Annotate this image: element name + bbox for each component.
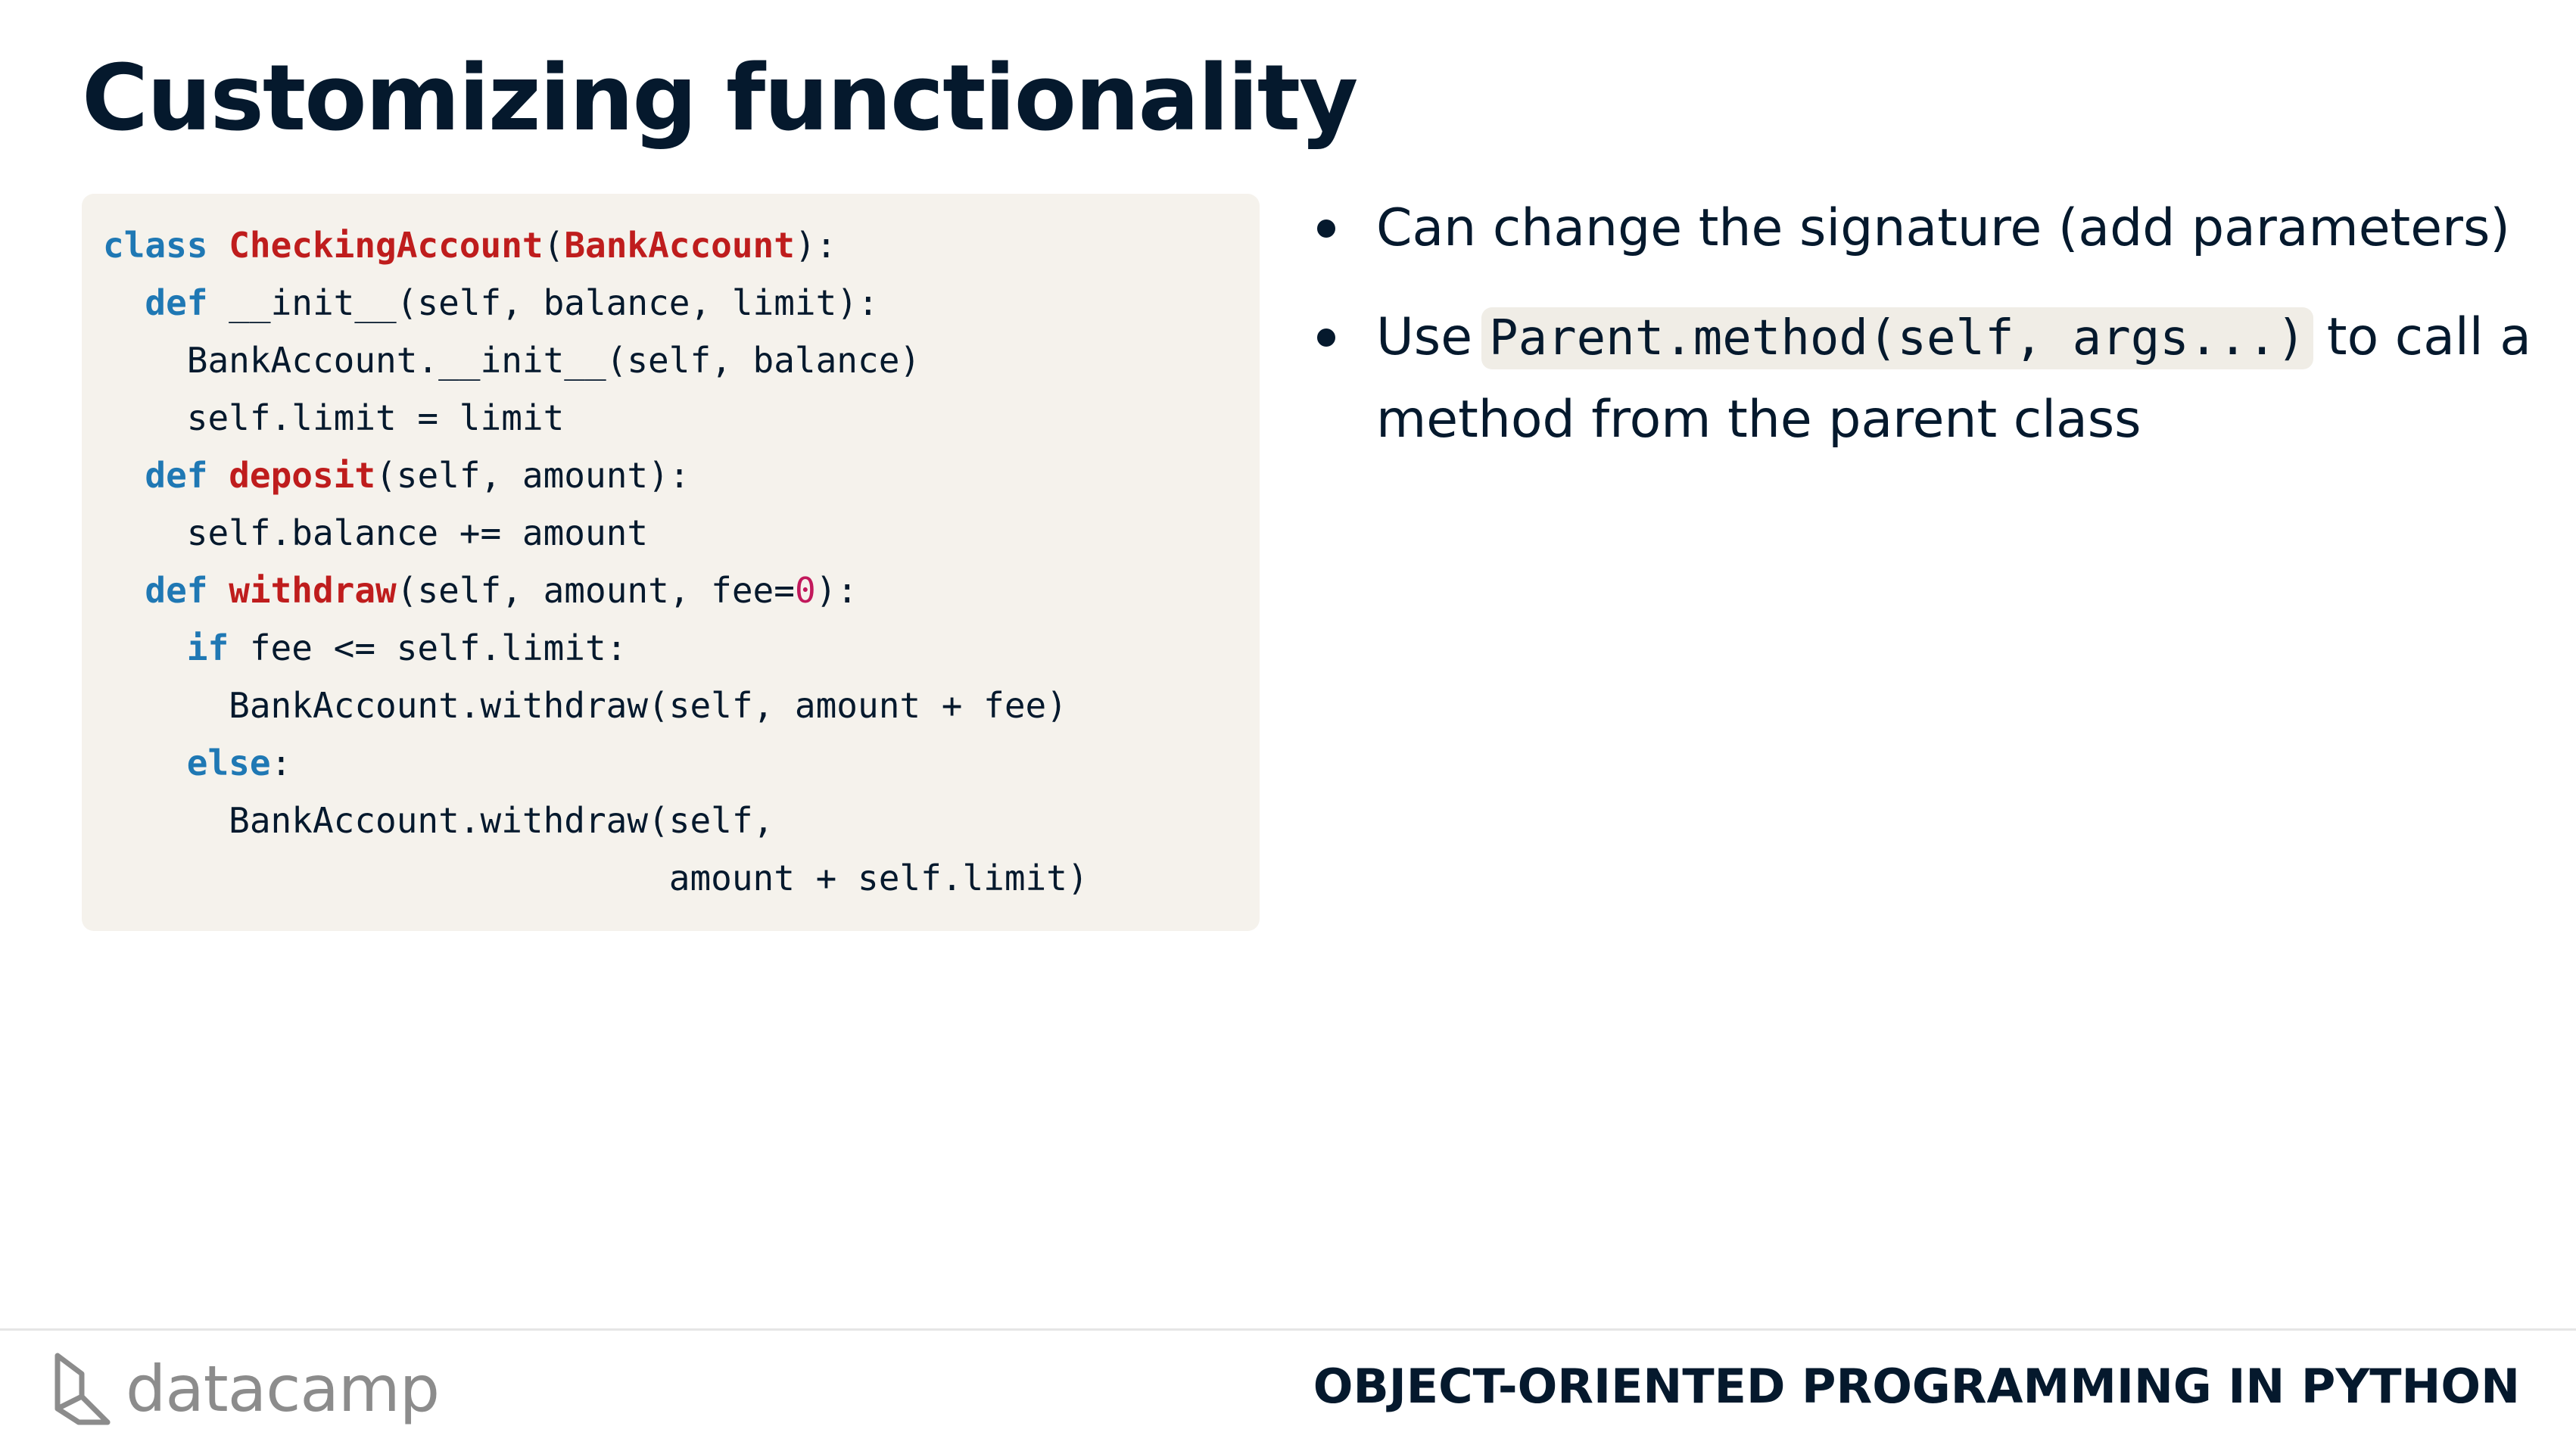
- code-name: BankAccount: [564, 225, 795, 266]
- code-text: (self, amount, fee=: [396, 570, 795, 611]
- code-text: BankAccount.withdraw(self, amount + fee): [103, 685, 1067, 726]
- code-text: ):: [815, 570, 858, 611]
- bullet-item-signature: Can change the signature (add parameters…: [1317, 188, 2536, 269]
- code-keyword: def: [145, 455, 208, 496]
- bullet-list: Can change the signature (add parameters…: [1317, 188, 2536, 488]
- code-line: self.limit = limit: [103, 389, 1238, 447]
- code-text: fee <= self.limit:: [229, 627, 628, 668]
- code-line: BankAccount.__init__(self, balance): [103, 332, 1238, 389]
- code-text: BankAccount.withdraw(self,: [103, 800, 774, 841]
- slide-title: Customizing functionality: [82, 46, 1358, 151]
- code-line: def withdraw(self, amount, fee=0):: [103, 562, 1238, 619]
- code-text: BankAccount.__init__(self, balance): [103, 340, 921, 381]
- code-text: (self, amount):: [375, 455, 690, 496]
- code-keyword: class: [103, 225, 208, 266]
- code-line: class CheckingAccount(BankAccount):: [103, 216, 1238, 274]
- code-block: class CheckingAccount(BankAccount): def …: [82, 194, 1260, 931]
- code-keyword: def: [145, 570, 208, 611]
- course-title: OBJECT-ORIENTED PROGRAMMING IN PYTHON: [1313, 1359, 2520, 1414]
- code-text: :: [270, 743, 292, 783]
- logo-text: datacamp: [126, 1352, 440, 1426]
- code-line: amount + self.limit): [103, 849, 1238, 907]
- bullet-text: Can change the signature (add parameters…: [1376, 198, 2510, 258]
- code-keyword: if: [186, 627, 229, 668]
- inline-code: Parent.method(self, args...): [1481, 307, 2313, 369]
- code-text: self.limit = limit: [103, 397, 565, 438]
- datacamp-logo: datacamp: [51, 1347, 440, 1431]
- code-line: def __init__(self, balance, limit):: [103, 274, 1238, 332]
- footer-divider: [0, 1328, 2576, 1331]
- code-line: BankAccount.withdraw(self,: [103, 792, 1238, 849]
- bullet-item-parent-method: Use Parent.method(self, args...) to call a…: [1317, 297, 2536, 461]
- code-name: CheckingAccount: [229, 225, 544, 266]
- code-name: withdraw: [229, 570, 397, 611]
- code-text: ):: [794, 225, 837, 266]
- code-line: def deposit(self, amount):: [103, 447, 1238, 504]
- bullet-dot-icon: [1317, 220, 1335, 238]
- code-line: else:: [103, 734, 1238, 792]
- code-line: self.balance += amount: [103, 504, 1238, 562]
- code-text: self.balance += amount: [103, 512, 649, 553]
- code-keyword: def: [145, 282, 208, 323]
- code-keyword: else: [186, 743, 271, 783]
- bullet-text-before: Use: [1376, 307, 1473, 367]
- code-name: deposit: [229, 455, 376, 496]
- datacamp-logo-icon: [55, 1353, 111, 1425]
- code-text: (: [543, 225, 565, 266]
- code-text: amount + self.limit): [103, 858, 1089, 898]
- code-line: BankAccount.withdraw(self, amount + fee): [103, 677, 1238, 734]
- code-number: 0: [794, 570, 816, 611]
- bullet-dot-icon: [1317, 328, 1335, 347]
- code-text: __init__(self, balance, limit):: [207, 282, 879, 323]
- code-line: if fee <= self.limit:: [103, 619, 1238, 677]
